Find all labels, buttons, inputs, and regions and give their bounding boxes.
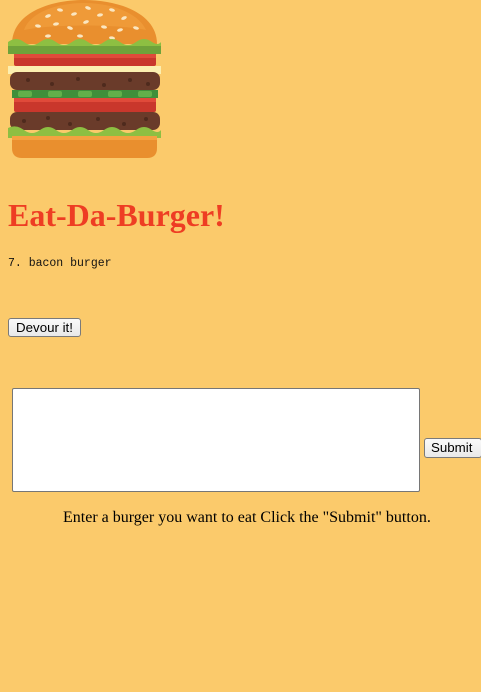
- page-title: Eat-Da-Burger!: [8, 197, 225, 233]
- instructions-text: Enter a burger you want to eat Click the…: [63, 509, 431, 526]
- list-item: 7. bacon burger: [8, 257, 112, 270]
- burger-list: 7. bacon burger: [8, 256, 112, 272]
- devour-button[interactable]: Devour it!: [8, 318, 81, 337]
- burger-logo-icon: [8, 0, 161, 160]
- submit-button[interactable]: Submit: [424, 438, 481, 458]
- burger-name-input[interactable]: [12, 388, 420, 492]
